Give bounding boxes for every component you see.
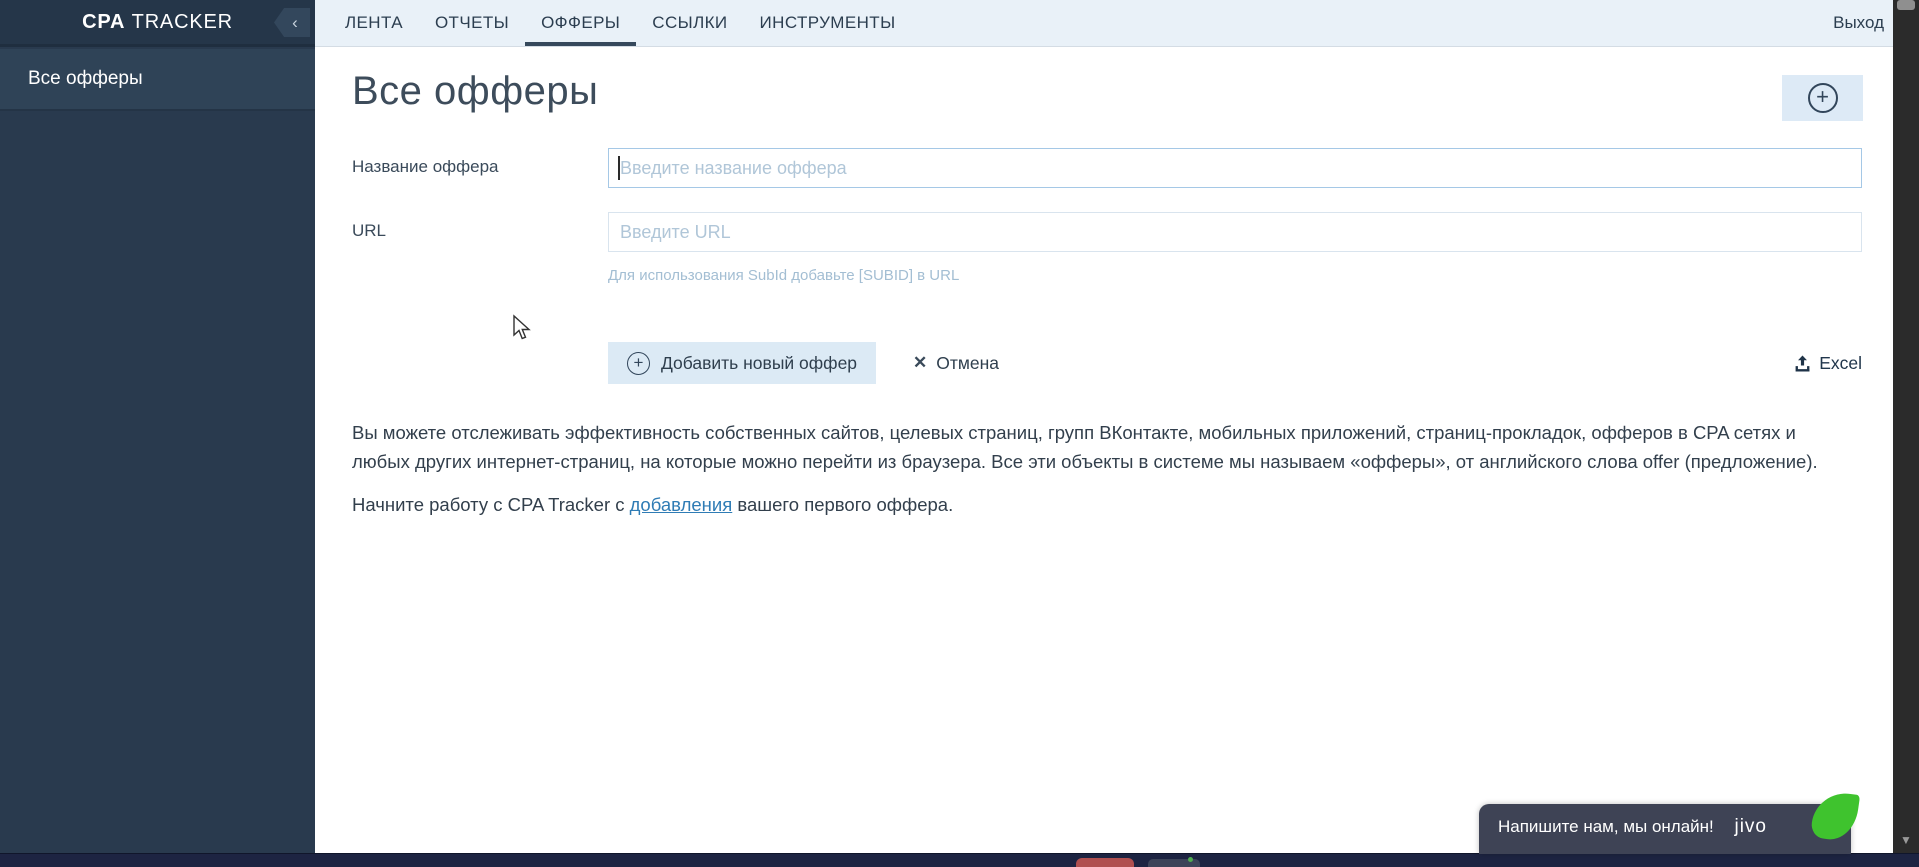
plus-glyph: + (633, 352, 644, 372)
taskbar-status-dot (1188, 857, 1193, 862)
excel-label: Excel (1819, 352, 1862, 373)
main-content: Все офферы + Название оффера URL Для исп… (315, 47, 1893, 853)
excel-export-button[interactable]: Excel (1794, 342, 1862, 384)
url-label: URL (352, 221, 387, 240)
scrollbar-thumb[interactable] (1897, 0, 1915, 10)
add-offer-link[interactable]: добавления (630, 494, 733, 515)
cancel-button[interactable]: ✕ Отмена (913, 342, 999, 384)
sidebar-item-label: Все офферы (28, 68, 143, 89)
app-screen: CPA TRACKER ‹ Все офферы ЛЕНТА ОТЧЕТЫ ОФ… (0, 0, 1919, 867)
submit-offer-label: Добавить новый оффер (660, 352, 858, 373)
tab-ssylki[interactable]: ССЫЛКИ (636, 0, 743, 46)
close-icon: ✕ (913, 353, 928, 372)
app-logo-bold: CPA (82, 10, 126, 33)
page-title: Все офферы (352, 69, 599, 113)
taskbar-app-icon (1076, 858, 1134, 867)
getting-started-paragraph: Начните работу с CPA Tracker с добавлени… (352, 490, 1850, 519)
chat-message: Напишите нам, мы онлайн! (1498, 817, 1714, 836)
description-paragraph: Вы можете отслеживать эффективность собс… (352, 422, 1818, 472)
offer-name-label: Название оффера (352, 157, 499, 176)
tab-lenta[interactable]: ЛЕНТА (329, 0, 419, 46)
sidebar-collapse-button[interactable]: ‹ (274, 8, 310, 37)
jivo-logo: jivo (1734, 816, 1767, 837)
nav-tabs: ЛЕНТА ОТЧЕТЫ ОФФЕРЫ ССЫЛКИ ИНСТРУМЕНТЫ (329, 0, 912, 46)
subid-hint: Для использования SubId добавьте [SUBID]… (608, 267, 960, 284)
sidebar-item-all-offers[interactable]: Все офферы (0, 49, 315, 111)
add-offer-button[interactable]: + (1782, 75, 1863, 121)
tab-otchety[interactable]: ОТЧЕТЫ (419, 0, 525, 46)
cancel-label: Отмена (936, 352, 1000, 373)
tab-offery[interactable]: ОФФЕРЫ (525, 0, 637, 46)
plus-glyph: + (1816, 84, 1829, 109)
getting-started-text-before: Начните работу с CPA Tracker с (352, 494, 630, 515)
vertical-scrollbar[interactable]: ▼ (1893, 0, 1919, 853)
text-caret (618, 156, 620, 180)
sidebar-header: CPA TRACKER ‹ (0, 0, 315, 47)
sidebar: CPA TRACKER ‹ Все офферы (0, 0, 315, 853)
chat-widget[interactable]: Напишите нам, мы онлайн! jivo (1479, 804, 1851, 854)
circle-plus-icon: + (626, 351, 650, 375)
circle-plus-icon: + (1807, 83, 1838, 113)
offer-name-input[interactable] (608, 148, 1862, 188)
logout-link[interactable]: Выход (1833, 0, 1893, 46)
app-logo: CPA TRACKER (82, 11, 233, 34)
top-navigation: ЛЕНТА ОТЧЕТЫ ОФФЕРЫ ССЫЛКИ ИНСТРУМЕНТЫ В… (315, 0, 1893, 47)
scroll-down-arrow-icon[interactable]: ▼ (1893, 833, 1919, 847)
getting-started-text-after: вашего первого оффера. (732, 494, 954, 515)
upload-icon (1794, 355, 1811, 372)
taskbar-edge (0, 853, 1919, 867)
chevron-left-icon: ‹ (292, 12, 298, 32)
url-input[interactable] (608, 212, 1862, 252)
app-logo-rest: TRACKER (131, 10, 233, 33)
tab-instrumenty[interactable]: ИНСТРУМЕНТЫ (744, 0, 912, 46)
submit-offer-button[interactable]: + Добавить новый оффер (608, 342, 876, 384)
